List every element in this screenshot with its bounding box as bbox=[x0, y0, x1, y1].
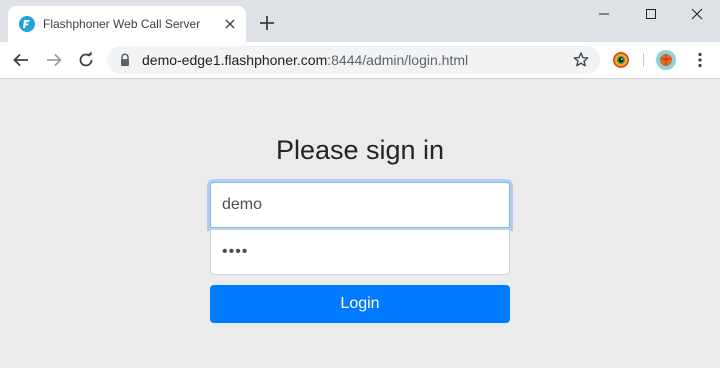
password-field[interactable] bbox=[210, 229, 510, 275]
url-host: demo-edge1.flashphoner.com bbox=[142, 52, 328, 68]
close-icon[interactable] bbox=[674, 0, 720, 30]
arrow-right-icon[interactable] bbox=[44, 50, 64, 70]
plus-icon[interactable] bbox=[257, 13, 277, 33]
star-icon[interactable] bbox=[572, 51, 590, 69]
tab-strip: Flashphoner Web Call Server bbox=[0, 0, 720, 42]
toolbar-divider bbox=[643, 53, 644, 67]
lock-icon[interactable] bbox=[118, 53, 132, 67]
username-field[interactable] bbox=[210, 182, 510, 228]
url-path: :8444/admin/login.html bbox=[327, 52, 469, 68]
browser-window: Flashphoner Web Call Server demo-edge1.f… bbox=[0, 0, 720, 368]
tab-close-icon[interactable] bbox=[222, 16, 238, 32]
maximize-icon[interactable] bbox=[628, 0, 674, 30]
page-title: Please sign in bbox=[275, 135, 445, 165]
tab-flashphoner[interactable]: Flashphoner Web Call Server bbox=[8, 6, 246, 42]
reload-icon[interactable] bbox=[76, 50, 96, 70]
flashphoner-logo-icon bbox=[19, 16, 35, 32]
url-text[interactable]: demo-edge1.flashphoner.com:8444/admin/lo… bbox=[142, 52, 468, 68]
avatar[interactable] bbox=[656, 50, 676, 70]
login-button[interactable]: Login bbox=[210, 285, 510, 323]
minimize-icon[interactable] bbox=[581, 0, 627, 30]
address-bar[interactable]: demo-edge1.flashphoner.com:8444/admin/lo… bbox=[107, 46, 600, 74]
kebab-menu-icon[interactable] bbox=[694, 51, 706, 69]
login-page: Please sign in Login bbox=[0, 79, 720, 368]
extension-icon[interactable] bbox=[612, 51, 630, 69]
arrow-left-icon[interactable] bbox=[11, 50, 31, 70]
tab-title: Flashphoner Web Call Server bbox=[43, 17, 201, 31]
browser-toolbar: demo-edge1.flashphoner.com:8444/admin/lo… bbox=[0, 42, 720, 79]
